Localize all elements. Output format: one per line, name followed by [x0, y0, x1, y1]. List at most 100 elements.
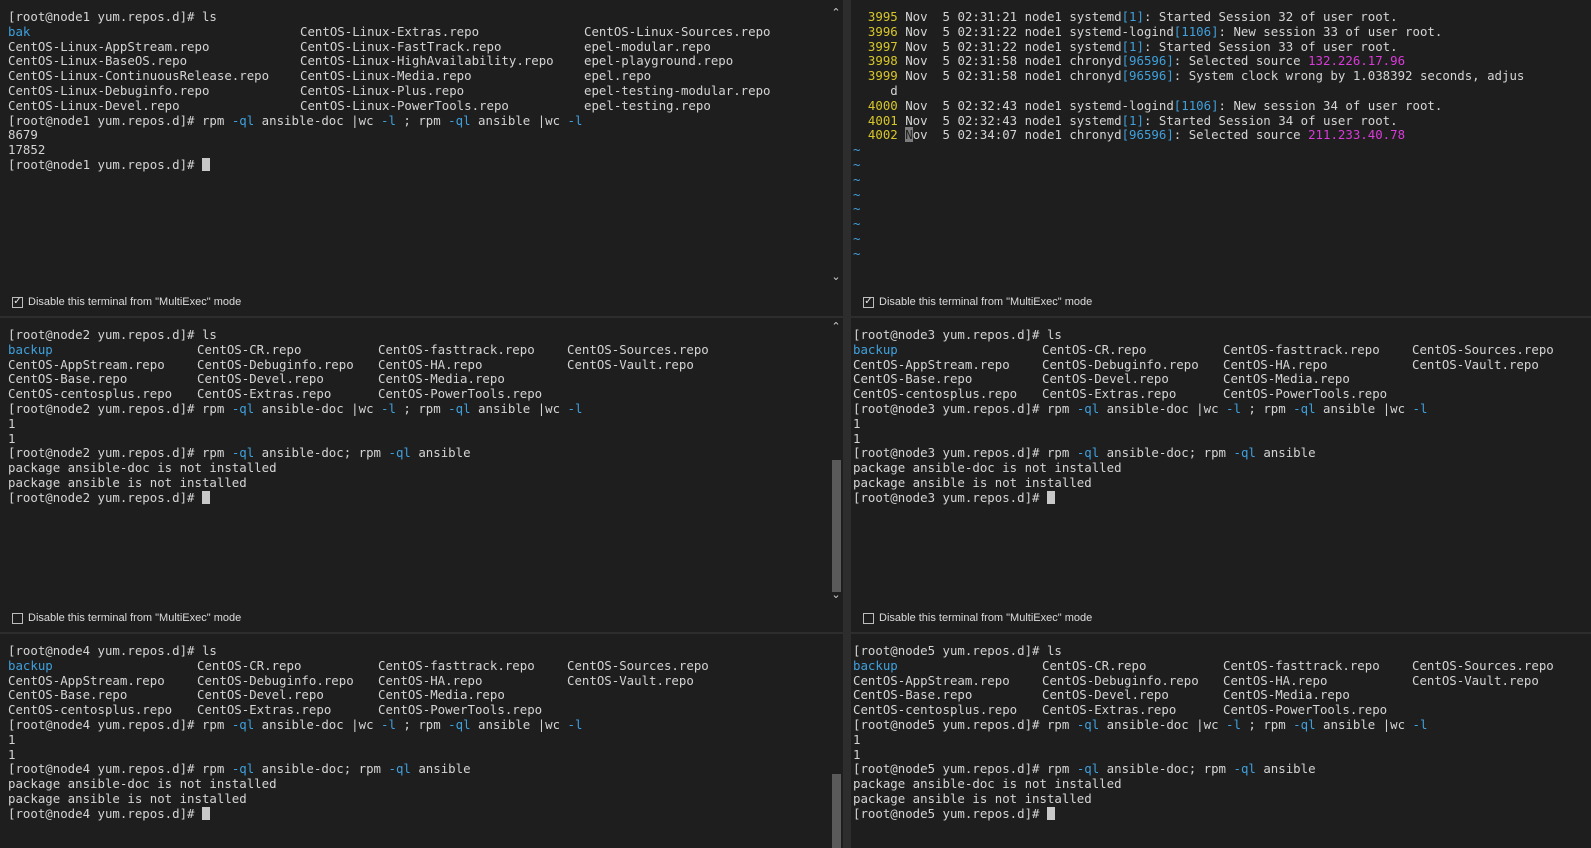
- terminal-cursor[interactable]: [201, 490, 210, 504]
- file-entry: CentOS-CR.repo: [197, 342, 302, 357]
- checkbox-icon[interactable]: ✓: [12, 296, 23, 308]
- chevron-down-icon[interactable]: ⌄: [829, 588, 843, 602]
- file-entry: CentOS-fasttrack.repo: [378, 658, 535, 673]
- command-text: rpm: [1046, 400, 1077, 416]
- log-text: : Selected source: [1173, 53, 1309, 69]
- scrollbar-node4[interactable]: [829, 634, 843, 848]
- command-text: ansible-doc; rpm: [1099, 761, 1234, 777]
- checkbox-icon[interactable]: [12, 612, 23, 624]
- log-text: Nov 5 02:31:22 node1 systemd-logind: [897, 23, 1174, 39]
- file-entry: CentOS-Debuginfo.repo: [197, 357, 354, 372]
- vim-tilde: ~: [853, 171, 861, 187]
- pane-divider-horizontal[interactable]: [0, 316, 1591, 318]
- terminal-pane-node1[interactable]: [root@node1 yum.repos.d]# ls bak CentOS-Li…: [0, 0, 843, 316]
- vim-tilde-line: ~: [853, 187, 1591, 203]
- ls-row: CentOS-Base.repo CentOS-Devel.repo CentOS-…: [853, 372, 1591, 387]
- prompt-line: [root@node5 yum.repos.d]# ls: [853, 643, 1591, 659]
- chevron-up-icon[interactable]: ⌃: [829, 6, 843, 20]
- file-entry: epel-playground.repo: [584, 54, 734, 69]
- prompt-text: [root@node1 yum.repos.d]#: [8, 156, 202, 172]
- command-line: [root@node2 yum.repos.d]# rpm -ql ansibl…: [8, 400, 843, 417]
- command-flag: -ql: [1076, 445, 1100, 461]
- scrollbar-thumb[interactable]: [832, 774, 841, 848]
- file-entry: CentOS-Linux-HighAvailability.repo: [300, 54, 554, 69]
- terminal-output-node5[interactable]: [root@node5 yum.repos.d]# ls backup CentOS…: [851, 634, 1591, 848]
- ls-row: CentOS-AppStream.repo CentOS-Debuginfo.re…: [8, 358, 843, 373]
- output-text: package ansible is not installed: [853, 790, 1092, 806]
- checkbox-icon[interactable]: ✓: [863, 296, 874, 308]
- multiexec-toggle-journal[interactable]: ✓ Disable this terminal from "MultiExec"…: [851, 288, 1591, 316]
- file-entry: CentOS-Linux-Plus.repo: [300, 83, 465, 98]
- file-entry: CentOS-Base.repo: [853, 372, 973, 387]
- output-text: 1: [8, 430, 16, 446]
- log-pid: [1106]: [1173, 23, 1219, 39]
- line-number: 4000: [853, 97, 898, 113]
- directory-entry: backup: [8, 342, 53, 357]
- file-entry: CentOS-Extras.repo: [197, 387, 332, 402]
- command-flag: -ql: [1076, 400, 1100, 416]
- output-text: package ansible is not installed: [8, 790, 247, 806]
- terminal-pane-node4[interactable]: [root@node4 yum.repos.d]# ls backup CentOS…: [0, 634, 843, 848]
- prompt-text: [root@node4 yum.repos.d]# ls: [8, 643, 217, 658]
- output-line: package ansible is not installed: [8, 475, 843, 491]
- log-text: : System clock wrong by 1.038392 seconds…: [1173, 68, 1525, 84]
- terminal-cursor[interactable]: [201, 157, 210, 171]
- output-line: package ansible-doc is not installed: [8, 776, 843, 792]
- vim-tilde: ~: [853, 230, 861, 246]
- ls-row: CentOS-centosplus.repo CentOS-Extras.repo…: [8, 703, 843, 718]
- terminal-pane-journal[interactable]: 3995 Nov 5 02:31:21 node1 systemd[1]: St…: [851, 0, 1591, 316]
- terminal-output-node4[interactable]: [root@node4 yum.repos.d]# ls backup CentOS…: [0, 634, 843, 848]
- command-text: ansible-doc |wc: [254, 400, 382, 416]
- file-entry: CentOS-Devel.repo: [1042, 372, 1169, 387]
- scrollbar-node2[interactable]: ⌃ ⌄: [829, 318, 843, 604]
- prompt-text: [root@node5 yum.repos.d]# ls: [853, 643, 1062, 658]
- file-entry: CentOS-Vault.repo: [567, 357, 694, 372]
- terminal-output-node1[interactable]: [root@node1 yum.repos.d]# ls bak CentOS-Li…: [0, 0, 843, 288]
- scrollbar-node1[interactable]: ⌃ ⌄: [829, 0, 843, 288]
- terminal-output-node2[interactable]: [root@node2 yum.repos.d]# ls backup CentOS…: [0, 318, 843, 604]
- terminal-pane-node2[interactable]: [root@node2 yum.repos.d]# ls backup CentOS…: [0, 318, 843, 632]
- log-line: 4001 Nov 5 02:32:43 node1 systemd[1]: St…: [853, 113, 1591, 129]
- command-line: [root@node3 yum.repos.d]# rpm -ql ansibl…: [853, 445, 1591, 461]
- prompt-line: [root@node5 yum.repos.d]#: [853, 806, 1591, 822]
- pane-divider-vertical[interactable]: [843, 0, 851, 848]
- multiexec-label: Disable this terminal from "MultiExec" m…: [28, 612, 242, 624]
- terminal-cursor[interactable]: [1046, 806, 1055, 820]
- file-entry: CentOS-HA.repo: [378, 357, 483, 372]
- terminal-pane-node3[interactable]: [root@node3 yum.repos.d]# ls backup CentOS…: [851, 318, 1591, 632]
- file-entry: CentOS-Linux-Debuginfo.repo: [8, 83, 210, 98]
- log-text: d: [853, 82, 898, 98]
- file-entry: CentOS-Vault.repo: [567, 673, 694, 688]
- file-entry: epel-testing-modular.repo: [584, 83, 771, 98]
- pane-divider-horizontal[interactable]: [0, 632, 1591, 634]
- multiexec-toggle-node2[interactable]: Disable this terminal from "MultiExec" m…: [0, 604, 843, 632]
- chevron-up-icon[interactable]: ⌃: [829, 320, 843, 334]
- file-entry: [1412, 387, 1591, 402]
- ls-row: CentOS-AppStream.repo CentOS-Debuginfo.re…: [853, 358, 1591, 373]
- terminal-cursor[interactable]: [201, 806, 210, 820]
- multiexec-toggle-node3[interactable]: Disable this terminal from "MultiExec" m…: [851, 604, 1591, 632]
- terminal-pane-node5[interactable]: [root@node5 yum.repos.d]# ls backup CentOS…: [851, 634, 1591, 848]
- terminal-output-journal[interactable]: 3995 Nov 5 02:31:21 node1 systemd[1]: St…: [851, 0, 1591, 288]
- vim-tilde-line: ~: [853, 157, 1591, 173]
- log-ip-address: 132.226.17.96: [1308, 53, 1406, 69]
- command-text: ansible |wc: [1315, 716, 1413, 732]
- command-text: ansible-doc |wc: [254, 112, 382, 128]
- checkbox-icon[interactable]: [863, 612, 874, 624]
- output-text: package ansible is not installed: [853, 474, 1092, 490]
- command-text: ansible: [1255, 761, 1316, 777]
- chevron-down-icon[interactable]: ⌄: [829, 270, 843, 284]
- multiexec-label: Disable this terminal from "MultiExec" m…: [879, 296, 1093, 308]
- command-text: ansible |wc: [1315, 400, 1413, 416]
- file-entry: CentOS-Extras.repo: [1042, 387, 1177, 402]
- ls-row: backup CentOS-CR.repo CentOS-fasttrack.rep…: [853, 659, 1591, 674]
- prompt-text: [root@node4 yum.repos.d]#: [8, 805, 202, 821]
- command-flag: -ql: [1233, 445, 1256, 461]
- scrollbar-thumb[interactable]: [832, 460, 841, 592]
- vim-cursor: N: [905, 127, 913, 143]
- log-line: 3997 Nov 5 02:31:22 node1 systemd[1]: St…: [853, 39, 1591, 55]
- terminal-cursor[interactable]: [1046, 490, 1055, 504]
- multiexec-toggle-node1[interactable]: ✓ Disable this terminal from "MultiExec"…: [0, 288, 843, 316]
- terminal-output-node3[interactable]: [root@node3 yum.repos.d]# ls backup CentOS…: [851, 318, 1591, 604]
- command-text: rpm: [201, 761, 232, 777]
